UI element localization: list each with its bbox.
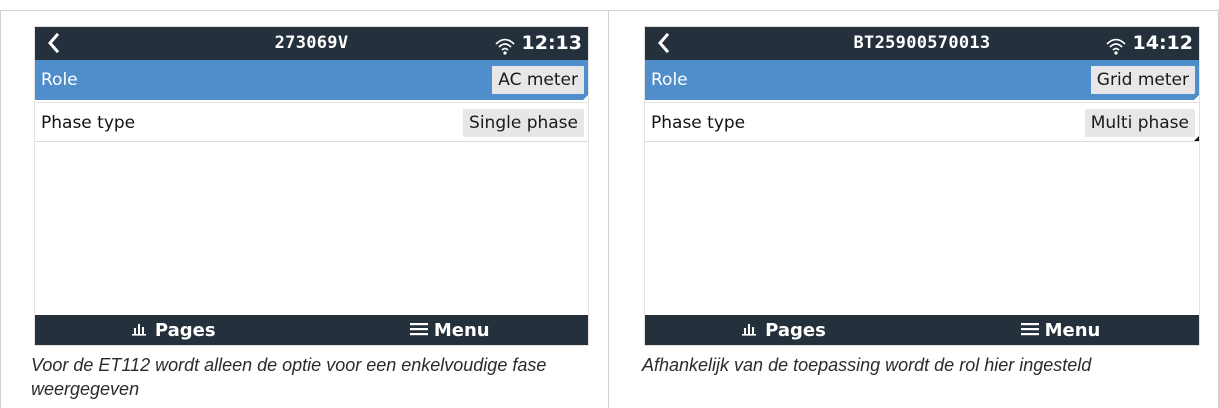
menu-label: Menu: [1044, 319, 1101, 341]
screenshot-cell-2: BT25900570013 14:12 Role Grid meter Phas…: [609, 10, 1218, 408]
bottom-bar: Pages Menu: [645, 315, 1199, 345]
pages-label: Pages: [154, 319, 216, 341]
list-item-phase-type[interactable]: Phase type Single phase: [35, 102, 588, 142]
device-screen: BT25900570013 14:12 Role Grid meter Phas…: [644, 26, 1200, 346]
clock: 14:12: [1132, 32, 1193, 54]
hamburger-menu-icon: [409, 320, 428, 341]
wifi-icon: [1105, 34, 1127, 55]
phase-type-value: Single phase: [463, 109, 584, 137]
caption: Afhankelijk van de toepassing wordt de r…: [642, 355, 1092, 375]
list-item-label: Phase type: [651, 113, 746, 133]
title-bar: BT25900570013 14:12: [645, 27, 1199, 60]
list-item-role[interactable]: Role Grid meter: [645, 60, 1199, 100]
title-bar: 273069V 12:13: [35, 27, 588, 60]
role-value: AC meter: [492, 66, 584, 94]
menu-button[interactable]: Menu: [312, 315, 589, 345]
bottom-bar: Pages Menu: [35, 315, 588, 345]
pages-label: Pages: [765, 319, 826, 341]
caption: Voor de ET112 wordt alleen de optie voor…: [31, 355, 547, 399]
bar-chart-icon: [131, 320, 147, 341]
list-item-role[interactable]: Role AC meter: [35, 60, 588, 100]
edit-indicator-icon: [1194, 95, 1199, 100]
clock: 12:13: [521, 32, 582, 54]
status-area: 12:13: [494, 27, 582, 60]
pages-button[interactable]: Pages: [35, 315, 312, 345]
role-value: Grid meter: [1090, 66, 1195, 94]
list-item-label: Role: [41, 70, 78, 90]
menu-button[interactable]: Menu: [922, 315, 1199, 345]
phase-type-value: Multi phase: [1084, 109, 1195, 137]
screenshot-cell-1: 273069V 12:13 Role AC meter Phase type S…: [1, 10, 608, 408]
list-item-label: Role: [651, 70, 688, 90]
device-screen: 273069V 12:13 Role AC meter Phase type S…: [34, 26, 589, 346]
pages-button[interactable]: Pages: [645, 315, 922, 345]
edit-indicator-icon: [583, 95, 588, 100]
status-area: 14:12: [1105, 27, 1193, 60]
list-item-phase-type[interactable]: Phase type Multi phase: [645, 102, 1199, 142]
wifi-icon: [494, 34, 516, 55]
menu-label: Menu: [433, 319, 490, 341]
edit-indicator-icon: [1194, 136, 1199, 141]
bar-chart-icon: [741, 320, 757, 341]
hamburger-menu-icon: [1020, 320, 1039, 341]
list-item-label: Phase type: [41, 113, 136, 133]
